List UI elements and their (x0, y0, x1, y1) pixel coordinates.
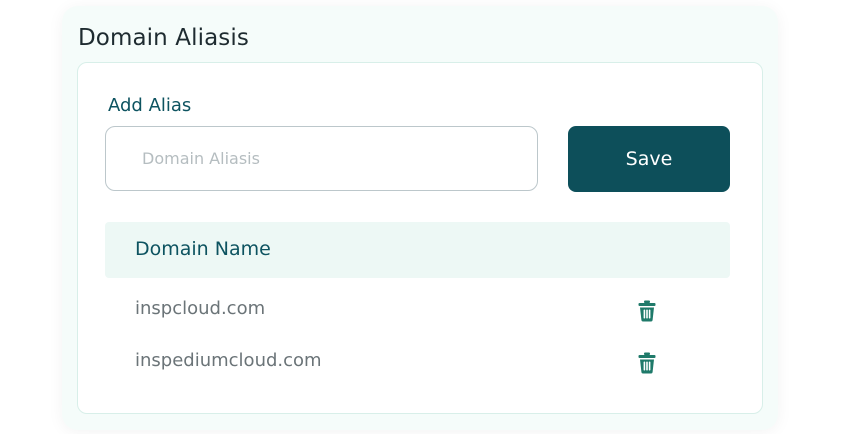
add-alias-label: Add Alias (108, 95, 192, 116)
table-header: Domain Name (105, 222, 730, 278)
delete-button[interactable] (635, 299, 659, 323)
trash-icon (638, 352, 656, 374)
save-button[interactable]: Save (568, 126, 730, 192)
domain-name-cell: inspediumcloud.com (135, 350, 322, 371)
panel-title: Domain Aliasis (78, 25, 249, 51)
domain-name-cell: inspcloud.com (135, 298, 266, 319)
trash-icon (638, 300, 656, 322)
column-header-domain-name: Domain Name (135, 238, 271, 260)
delete-button[interactable] (635, 351, 659, 375)
table-row: inspcloud.com (105, 286, 730, 336)
domain-alias-input[interactable] (105, 126, 538, 191)
table-row: inspediumcloud.com (105, 338, 730, 388)
